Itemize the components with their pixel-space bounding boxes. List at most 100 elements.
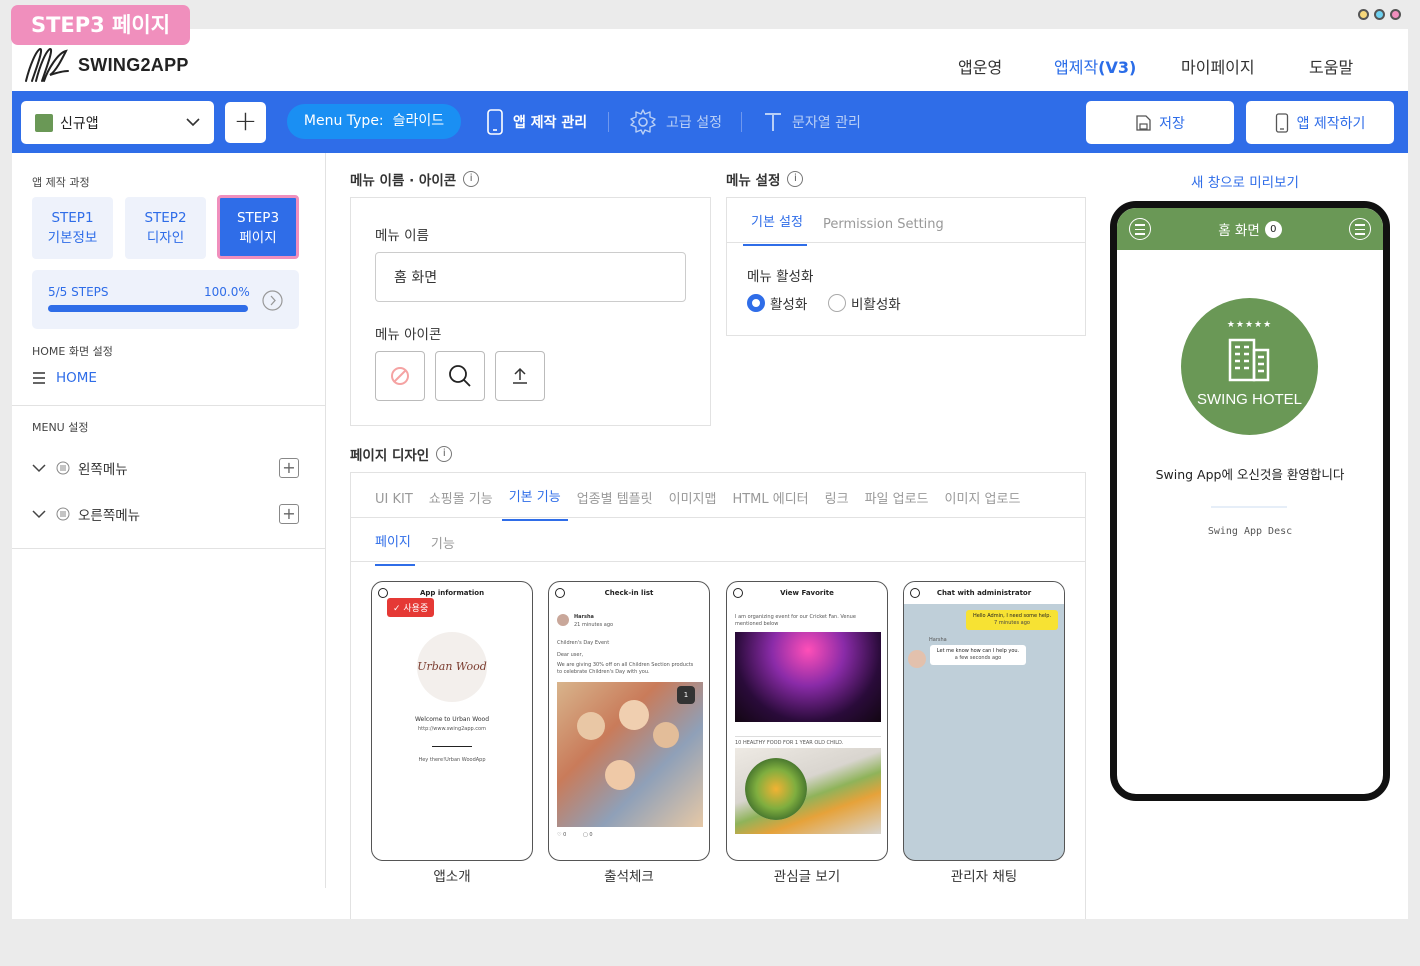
chat-bubble-admin: Let me know how can I help you. a few se…	[930, 645, 1026, 665]
menu-type-pill[interactable]: Menu Type: 슬라이드	[287, 104, 461, 139]
chat-user: Harsha	[929, 637, 947, 643]
step2-button[interactable]: STEP2 디자인	[125, 197, 206, 259]
app-manage-tab[interactable]: 앱 제작 관리	[486, 108, 587, 136]
right-menu-row[interactable]: 오른쪽메뉴	[32, 504, 140, 524]
phone-icon	[487, 109, 503, 135]
preview-new-window-link[interactable]: 새 창으로 미리보기	[1191, 171, 1299, 191]
card-divider	[432, 746, 472, 747]
nav-app-build[interactable]: 앱제작(V3)	[1054, 54, 1136, 78]
process-label: 앱 제작 과정	[32, 176, 90, 189]
chevron-right-circle-icon[interactable]	[262, 290, 283, 311]
template-card-checkin[interactable]: Check-in list Harsha 21 minutes ago Chil…	[548, 581, 710, 861]
nav-app-operation[interactable]: 앱운영	[958, 54, 1002, 78]
step1-button[interactable]: STEP1 기본정보	[32, 197, 113, 259]
likes-count: ♡ 0	[557, 832, 567, 838]
avatar	[908, 650, 926, 668]
progress-fill	[48, 305, 248, 312]
checkin-body1: Dear user,	[557, 652, 584, 658]
checkin-body2: We are giving 30% off on all Children Se…	[557, 662, 694, 675]
radio-deactivate[interactable]: 비활성화	[828, 293, 901, 313]
search-icon-button[interactable]	[435, 351, 485, 401]
card-caption-checkin: 출석체크	[604, 869, 654, 885]
advanced-settings-label: 고급 설정	[666, 115, 722, 131]
template-card-admin-chat[interactable]: Chat with administrator Hello Admin, I n…	[903, 581, 1065, 861]
nav-mypage[interactable]: 마이페이지	[1181, 54, 1255, 78]
building-icon	[1228, 338, 1270, 382]
preview-divider	[1211, 506, 1287, 508]
build-app-button[interactable]: 앱 제작하기	[1246, 101, 1394, 144]
menu-name-icon-title: 메뉴 이름 · 아이콘 i	[350, 169, 480, 189]
info-icon[interactable]: i	[436, 446, 453, 462]
home-item[interactable]: HOME	[32, 370, 97, 386]
url-text: http://www.swing2app.com	[417, 726, 486, 732]
build-app-label: 앱 제작하기	[1296, 115, 1366, 132]
nav-app-build-label: 앱제작	[1054, 58, 1099, 77]
upload-icon-button[interactable]	[495, 351, 545, 401]
hamburger-right-icon[interactable]	[1349, 218, 1371, 240]
menu-type-label: Menu Type:	[303, 113, 384, 129]
card-caption-admin-chat: 관리자 채팅	[950, 869, 1018, 885]
window-dot-blue[interactable]	[1374, 9, 1385, 20]
app-select-dropdown[interactable]: 신규앱	[21, 101, 214, 144]
app-manage-label: 앱 제작 관리	[513, 115, 588, 131]
radio-activate-label: 활성화	[770, 297, 808, 313]
string-manage-tab[interactable]: 문자열 관리	[763, 108, 861, 136]
tabs-divider	[727, 242, 1085, 243]
tab-basic-functions[interactable]: 기본 기능	[501, 486, 568, 521]
checkin-time: 21 minutes ago	[574, 622, 614, 628]
tab-basic-settings[interactable]: 기본 설정	[743, 211, 807, 246]
radio-activate[interactable]: 활성화	[747, 293, 807, 313]
stars-icon: ★★★★★	[1226, 320, 1273, 330]
menu-settings-label: MENU 설정	[32, 421, 89, 434]
menu-name-input[interactable]	[375, 252, 686, 302]
add-left-menu-button[interactable]: +	[279, 458, 299, 478]
preview-header-bar: 홈 화면 0	[1117, 208, 1383, 250]
home-settings-label: HOME 화면 설정	[32, 345, 113, 358]
template-card-app-info[interactable]: App information ✓ 사용중 Urban Wood Welcome…	[371, 581, 533, 861]
home-item-label: HOME	[56, 370, 97, 386]
window-dot-yellow[interactable]	[1358, 9, 1369, 20]
card-header-title: View Favorite	[780, 589, 834, 597]
concert-photo	[735, 632, 881, 722]
step3-button[interactable]: STEP3 페이지	[217, 195, 299, 259]
child-face	[619, 700, 649, 730]
radio-deactivate-label: 비활성화	[851, 297, 901, 313]
app-thumbnail	[35, 113, 53, 132]
list-circle-icon	[56, 507, 70, 521]
chevron-down-icon	[32, 463, 46, 472]
no-icon-button[interactable]	[375, 351, 425, 401]
page-design-title-text: 페이지 디자인	[350, 448, 430, 464]
nav-help[interactable]: 도움말	[1309, 54, 1353, 78]
add-app-button[interactable]: +	[225, 102, 266, 143]
card-divider	[735, 736, 881, 737]
food-photo	[735, 748, 881, 834]
chat-msg2: Let me know how can I help you.	[936, 648, 1020, 654]
menu-name-icon-title-text: 메뉴 이름 · 아이콘	[350, 173, 457, 189]
add-right-menu-button[interactable]: +	[279, 504, 299, 524]
toolbar-separator	[741, 112, 742, 132]
info-icon[interactable]: i	[463, 171, 480, 187]
avatar	[557, 614, 569, 626]
preview-badge: 0	[1264, 220, 1282, 238]
template-card-favorite[interactable]: View Favorite I am organizing event for …	[726, 581, 888, 861]
chevron-down-icon	[32, 509, 46, 518]
brand-logo[interactable]: SWING2APP	[22, 45, 189, 85]
tabs-divider	[351, 517, 1085, 518]
toolbar-separator	[608, 112, 609, 132]
window-dot-pink[interactable]	[1390, 9, 1401, 20]
card-header-title: Chat with administrator	[936, 589, 1032, 597]
children-photo: 1	[557, 682, 703, 827]
string-manage-label: 문자열 관리	[792, 115, 861, 131]
menu-settings-title: 메뉴 설정 i	[726, 169, 804, 189]
save-button[interactable]: 저장	[1086, 101, 1234, 144]
menu-lines-icon	[33, 372, 45, 384]
advanced-settings-tab[interactable]: 고급 설정	[629, 108, 722, 136]
left-menu-row[interactable]: 왼쪽메뉴	[32, 458, 128, 478]
hotel-name: SWING HOTEL	[1196, 391, 1302, 408]
upload-icon	[513, 367, 527, 384]
step-badge: STEP3 페이지	[11, 5, 190, 45]
back-icon	[910, 588, 920, 598]
progress-box	[32, 270, 299, 329]
hamburger-left-icon[interactable]	[1129, 218, 1151, 240]
info-icon[interactable]: i	[787, 171, 804, 187]
